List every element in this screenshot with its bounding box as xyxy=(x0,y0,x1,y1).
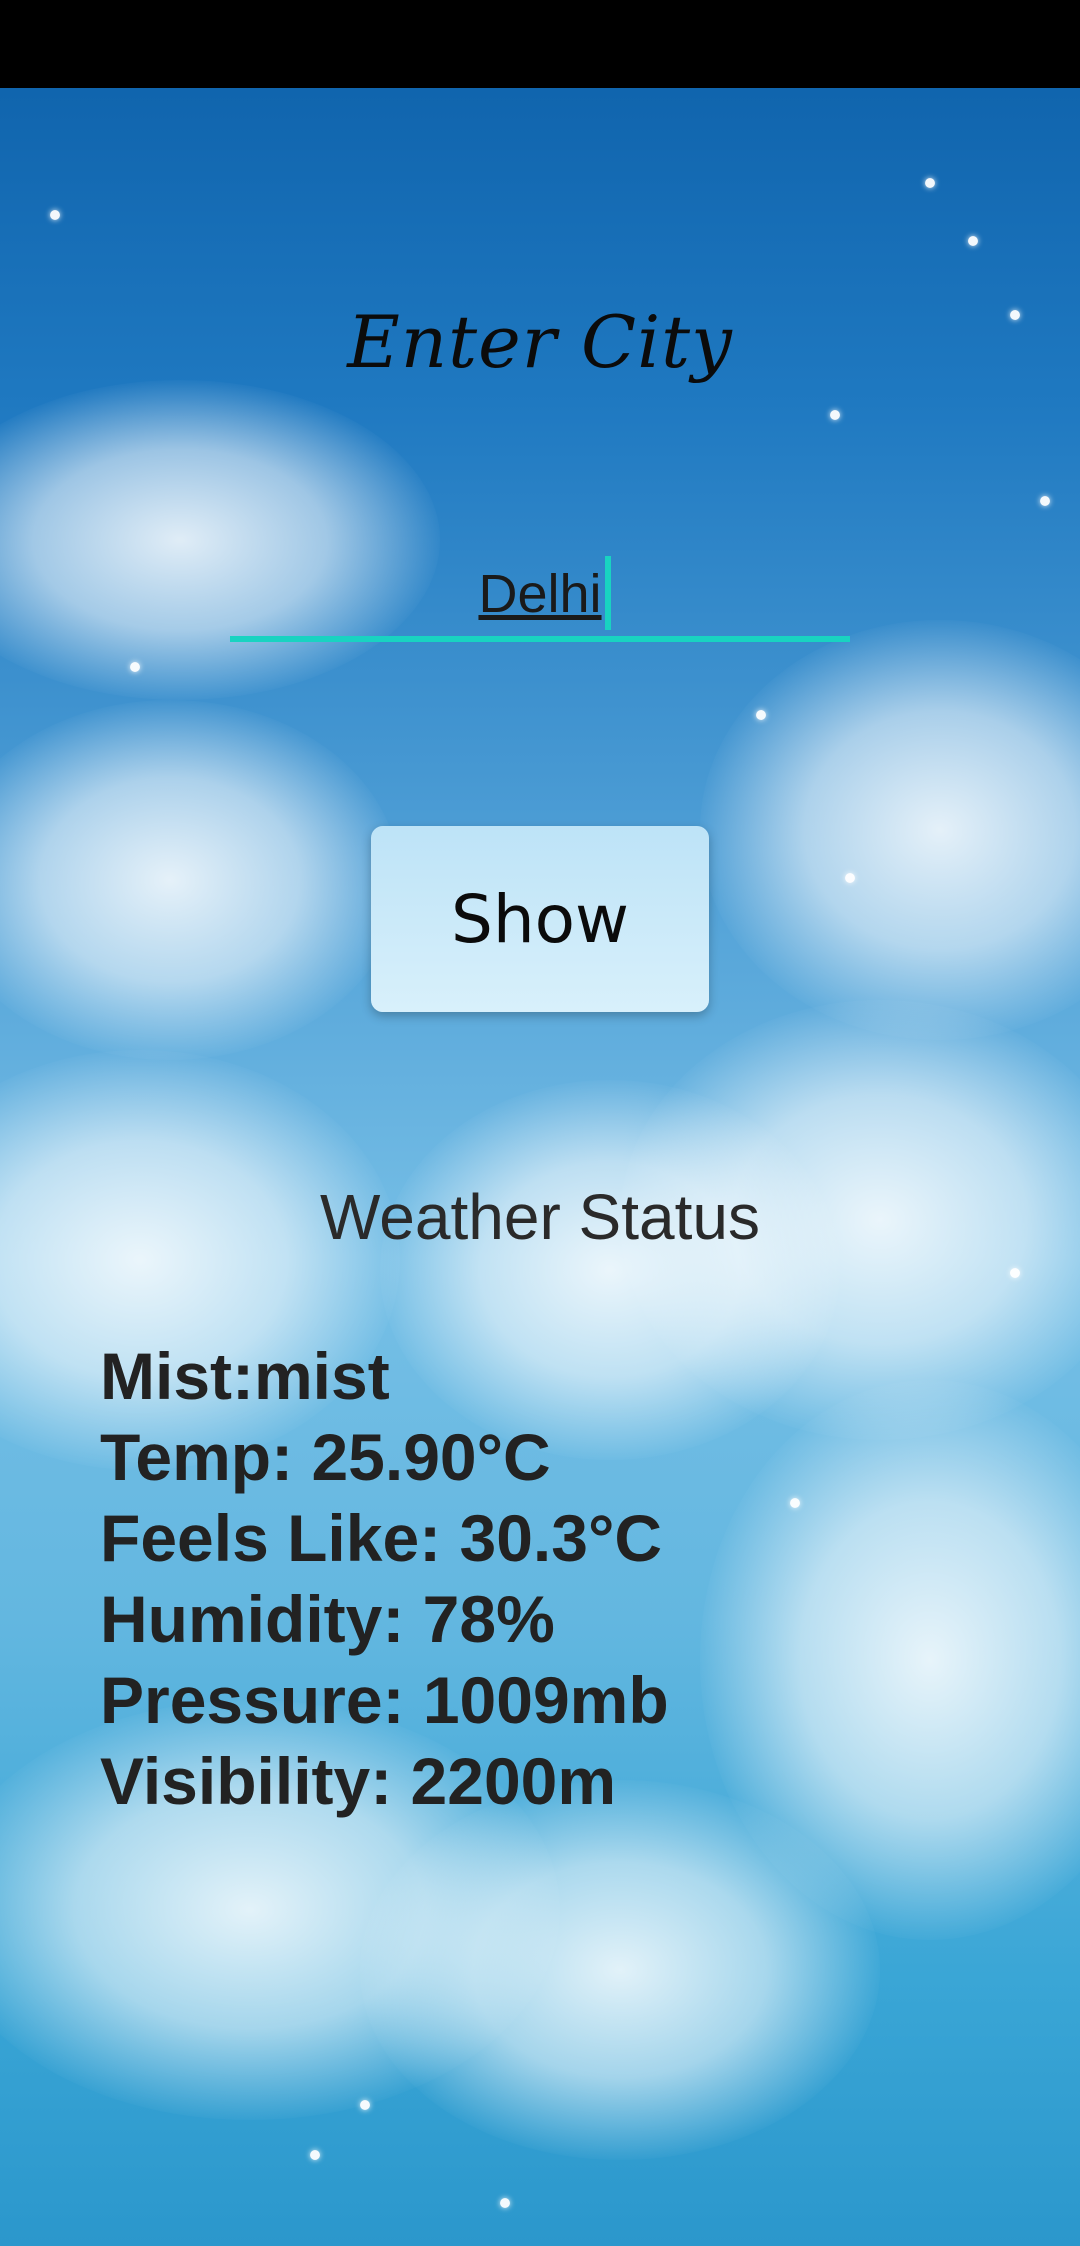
weather-feels-like: Feels Like: 30.3°C xyxy=(100,1501,662,1575)
status-bar xyxy=(0,0,1080,88)
page-title: Enter City xyxy=(347,300,733,384)
app-screen: Enter City Show Weather Status Mist:mist… xyxy=(0,0,1080,2246)
weather-humidity: Humidity: 78% xyxy=(100,1582,555,1656)
weather-visibility: Visibility: 2200m xyxy=(100,1744,617,1818)
text-cursor xyxy=(605,556,611,630)
show-button[interactable]: Show xyxy=(371,826,709,1012)
city-input[interactable] xyxy=(230,552,850,642)
weather-condition: Mist:mist xyxy=(100,1339,390,1413)
weather-status-heading: Weather Status xyxy=(320,1181,760,1253)
weather-temp: Temp: 25.90°C xyxy=(100,1420,551,1494)
weather-pressure: Pressure: 1009mb xyxy=(100,1663,669,1737)
weather-details: Mist:mist Temp: 25.90°C Feels Like: 30.3… xyxy=(100,1336,1000,1822)
